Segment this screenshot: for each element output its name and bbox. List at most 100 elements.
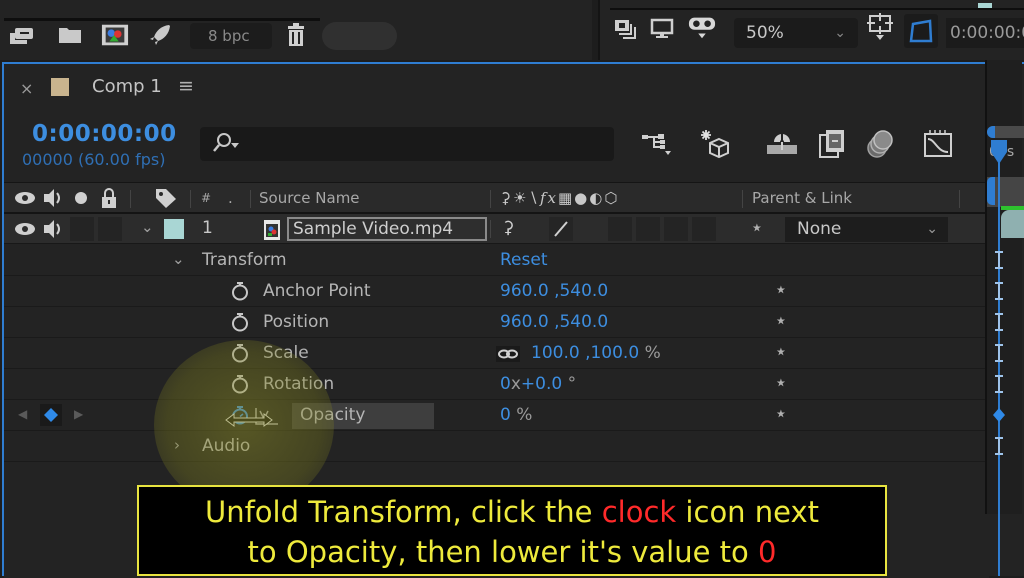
pickwhip-icon[interactable]: ٭ bbox=[776, 372, 786, 393]
stopwatch-icon[interactable] bbox=[230, 312, 250, 332]
frame-blend-switch[interactable] bbox=[636, 217, 660, 241]
stopwatch-icon[interactable] bbox=[230, 281, 250, 301]
pickwhip-icon[interactable]: ٭ bbox=[752, 217, 762, 238]
viewer-toolbar: 50% ⌄ 0:00:00:00 bbox=[598, 0, 1024, 60]
property-group-audio[interactable]: › Audio bbox=[4, 431, 989, 462]
motion-blur-switch[interactable] bbox=[664, 217, 688, 241]
toolbar-divider bbox=[4, 18, 320, 21]
transform-label: Transform bbox=[202, 250, 287, 270]
previous-keyframe-icon[interactable]: ◀ bbox=[18, 407, 27, 421]
reset-link[interactable]: Reset bbox=[500, 250, 548, 270]
shy-icon[interactable] bbox=[766, 130, 798, 158]
folder-icon[interactable] bbox=[56, 24, 84, 46]
property-timeline-marker[interactable] bbox=[992, 312, 1006, 332]
layer-label-color[interactable] bbox=[164, 219, 184, 239]
audio-icon[interactable] bbox=[42, 188, 64, 208]
viewer-timecode[interactable]: 0:00:00:00 bbox=[946, 18, 1024, 48]
layer-thumbnail[interactable] bbox=[1001, 210, 1024, 238]
property-row-rotation: Rotation 0x+0.0 ° ٭ bbox=[4, 369, 989, 400]
monitor-icon[interactable] bbox=[648, 18, 676, 40]
video-visibility-icon[interactable] bbox=[14, 190, 36, 206]
lock-toggle[interactable] bbox=[98, 217, 122, 241]
search-icon bbox=[212, 132, 240, 159]
panel-menu-icon[interactable]: ≡ bbox=[178, 75, 194, 97]
label-tag-icon[interactable] bbox=[154, 187, 178, 209]
composition-flowchart-icon[interactable] bbox=[640, 130, 672, 158]
pickwhip-icon[interactable]: ٭ bbox=[776, 279, 786, 300]
layer-search-input[interactable] bbox=[200, 127, 614, 161]
rocket-icon[interactable] bbox=[146, 24, 174, 46]
layer-row[interactable]: ⌄ 1 Sample Video.mp4 ⚳ ٭ None ⌄ bbox=[4, 214, 989, 244]
pickwhip-icon[interactable]: ٭ bbox=[776, 403, 786, 424]
interpret-footage-icon[interactable] bbox=[101, 24, 129, 46]
property-row-anchor-point: Anchor Point 960.0 ,540.0 ٭ bbox=[4, 276, 989, 307]
magnification-dropdown[interactable]: 50% ⌄ bbox=[734, 18, 858, 48]
audio-icon[interactable] bbox=[42, 219, 64, 239]
add-keyframe-button[interactable] bbox=[40, 404, 62, 426]
property-timeline-marker[interactable] bbox=[992, 436, 1006, 456]
work-area-start-handle[interactable] bbox=[987, 177, 995, 205]
solo-icon[interactable] bbox=[74, 191, 88, 205]
switch-columns-icons: ⚳☀∖fx▦●◐⬡ bbox=[500, 189, 620, 207]
toolbar-pill-control[interactable] bbox=[322, 22, 397, 50]
property-timeline-marker[interactable] bbox=[992, 343, 1006, 363]
pickwhip-icon[interactable]: ٭ bbox=[776, 310, 786, 331]
pickwhip-icon[interactable]: ٭ bbox=[776, 341, 786, 362]
toggle-mask-icon bbox=[909, 19, 933, 43]
project-toolbar: 8 bpc bbox=[0, 0, 592, 60]
toolbar-divider bbox=[610, 8, 1024, 10]
3d-layer-switch[interactable] bbox=[692, 217, 716, 241]
vr-goggles-icon[interactable] bbox=[688, 16, 716, 39]
close-icon[interactable]: × bbox=[20, 79, 33, 98]
trash-icon[interactable] bbox=[282, 23, 310, 46]
tutorial-caption: Unfold Transform, click the clock icon n… bbox=[137, 485, 887, 576]
region-of-interest-icon[interactable] bbox=[866, 13, 894, 40]
frame-readout: 00000 (60.00 fps) bbox=[22, 150, 166, 169]
property-row-opacity: ◀ ▶ Opacity 0 % ٭ bbox=[4, 400, 989, 431]
bit-depth-button[interactable]: 8 bpc bbox=[190, 23, 272, 49]
anchor-point-label: Anchor Point bbox=[263, 281, 371, 301]
parent-dropdown[interactable]: None ⌄ bbox=[785, 217, 948, 242]
column-source-name[interactable]: Source Name bbox=[259, 189, 360, 207]
keyframe-diamond-icon[interactable] bbox=[992, 405, 1006, 425]
motion-blur-icon[interactable] bbox=[864, 130, 896, 158]
viewer-marker bbox=[978, 3, 992, 8]
toggle-mask-button[interactable] bbox=[904, 14, 938, 48]
effects-switch[interactable] bbox=[608, 217, 632, 241]
layer-number: 1 bbox=[202, 218, 213, 238]
chevron-down-icon: ⌄ bbox=[926, 221, 938, 237]
lock-icon[interactable] bbox=[100, 187, 118, 209]
layer-column-header: # . Source Name ⚳☀∖fx▦●◐⬡ Parent & Link bbox=[4, 182, 989, 214]
tab-comp-title[interactable]: Comp 1 bbox=[92, 76, 162, 97]
opacity-value[interactable]: 0 % bbox=[500, 405, 532, 425]
anchor-point-value[interactable]: 960.0 ,540.0 bbox=[500, 281, 608, 301]
next-keyframe-icon[interactable]: ▶ bbox=[74, 407, 83, 421]
chevron-down-icon[interactable]: ⌄ bbox=[172, 250, 185, 268]
property-timeline-marker[interactable] bbox=[992, 374, 1006, 394]
navigator-start-handle[interactable] bbox=[987, 126, 995, 138]
rotation-value[interactable]: 0x+0.0 ° bbox=[500, 374, 576, 394]
constrain-proportions-icon[interactable] bbox=[496, 346, 520, 362]
solo-toggle[interactable] bbox=[70, 217, 94, 241]
column-parent-link[interactable]: Parent & Link bbox=[752, 189, 852, 207]
chevron-down-icon[interactable]: ⌄ bbox=[141, 218, 154, 236]
property-timeline-marker[interactable] bbox=[992, 281, 1006, 301]
frame-blending-icon[interactable] bbox=[816, 130, 848, 158]
video-visibility-icon[interactable] bbox=[14, 221, 36, 237]
draft-3d-icon[interactable] bbox=[700, 130, 732, 159]
shy-switch-icon[interactable]: ⚳ bbox=[502, 218, 514, 238]
property-timeline-marker[interactable] bbox=[992, 250, 1006, 270]
position-value[interactable]: 960.0 ,540.0 bbox=[500, 312, 608, 332]
chevron-down-icon: ⌄ bbox=[834, 25, 846, 41]
keyframe-diamond-icon bbox=[44, 408, 58, 422]
property-group-transform[interactable]: ⌄ Transform Reset bbox=[4, 245, 989, 276]
column-dot: . bbox=[228, 189, 233, 207]
current-time-display[interactable]: 0:00:00:00 bbox=[32, 121, 177, 147]
preview-layers-icon[interactable] bbox=[612, 18, 640, 40]
scale-value[interactable]: 100.0 ,100.0 % bbox=[531, 343, 661, 363]
quality-switch[interactable] bbox=[549, 217, 573, 241]
layer-source-name[interactable]: Sample Video.mp4 bbox=[287, 217, 487, 241]
column-number[interactable]: # bbox=[201, 191, 211, 205]
render-queue-icon[interactable] bbox=[8, 24, 36, 46]
graph-editor-icon[interactable] bbox=[922, 130, 954, 158]
